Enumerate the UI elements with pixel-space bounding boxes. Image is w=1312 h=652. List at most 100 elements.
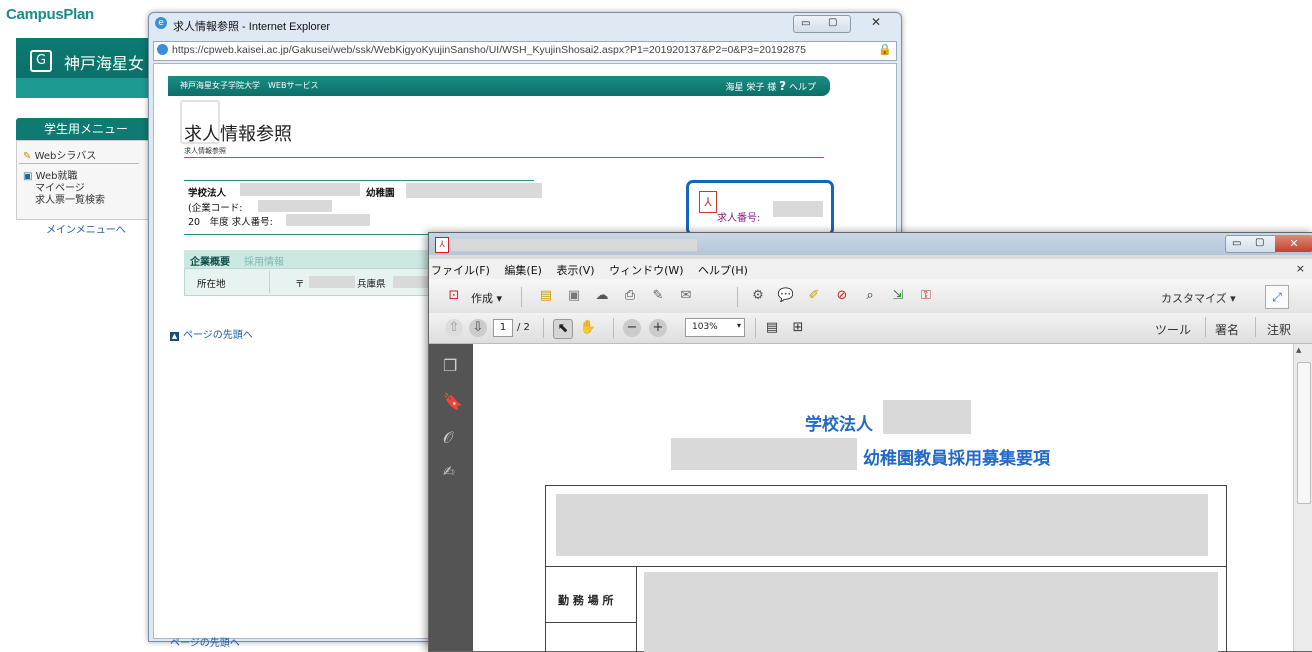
prev-page-icon[interactable]: ⇧ [445, 319, 463, 337]
sign-pane-button[interactable]: 署名 [1215, 321, 1239, 338]
prefecture: 兵庫県 [357, 279, 386, 290]
address-divider [269, 271, 270, 293]
zoom-in-icon[interactable]: + [649, 319, 667, 337]
upload-cloud-icon[interactable]: ☁ [593, 287, 611, 305]
page-number-input[interactable]: 1 [493, 319, 513, 337]
scrollbar-thumb[interactable] [1297, 362, 1311, 504]
url-text: https://cpweb.kaisei.ac.jp/Gakusei/web/s… [172, 44, 806, 56]
reader-menubar: ファイル(F) 編集(E) 表示(V) ウィンドウ(W) ヘルプ(H) × [429, 259, 1312, 279]
menubar-close-icon[interactable]: × [1296, 262, 1305, 275]
toolbar-separator-3 [543, 318, 544, 338]
print-icon[interactable]: ⎙ [621, 287, 639, 305]
minimize-icon[interactable]: ▭ [801, 18, 810, 29]
redacted-document-title [451, 239, 697, 251]
reader-titlebar[interactable]: ⅄ ▭ ▢ ✕ [429, 233, 1312, 255]
menu-item-job-search[interactable]: 求人票一覧検索 [35, 191, 105, 206]
reader-maximize-icon[interactable]: ▢ [1255, 237, 1264, 248]
menu-help[interactable]: ヘルプ(H) [698, 264, 748, 277]
job-number-pdf-link[interactable]: 求人番号: [717, 209, 760, 224]
reader-close-icon[interactable]: ✕ [1275, 235, 1312, 252]
settings-gear-icon[interactable]: ⚙ [749, 287, 767, 305]
ie-icon: e [155, 17, 167, 29]
reject-doc-icon[interactable]: ⊘ [833, 287, 851, 305]
tools-pane-button[interactable]: ツール [1155, 321, 1191, 338]
arrow-up-icon: ▲ [170, 332, 179, 341]
job-number-line: 20 年度 求人番号: [188, 217, 273, 228]
attachments-icon[interactable]: 𝒪 [443, 428, 453, 448]
menu-window[interactable]: ウィンドウ(W) [609, 264, 683, 277]
fit-page-icon[interactable]: ▤ [763, 319, 781, 337]
reader-window-buttons: ▭ ▢ [1225, 235, 1277, 253]
page-thumbnails-icon[interactable]: ❐ [443, 356, 457, 375]
ie-window-buttons: ▭ ▢ [793, 15, 851, 33]
table-row-divider [546, 566, 1226, 567]
maximize-icon[interactable]: ▢ [828, 17, 837, 28]
table-column-divider [636, 566, 637, 652]
help-icon[interactable]: ? [779, 79, 786, 93]
edit-doc-icon[interactable]: ✎ [649, 287, 667, 305]
tab-hiring-info[interactable]: 採用情報 [244, 253, 284, 268]
job-icon: ▣ [23, 171, 33, 182]
customize-button[interactable]: カスタマイズ ▾ [1161, 290, 1236, 306]
next-page-icon[interactable]: ⇩ [469, 319, 487, 337]
signatures-icon[interactable]: ✍ [443, 464, 455, 480]
scroll-up-icon[interactable]: ▲ [1296, 346, 1301, 354]
bookmarks-icon[interactable]: 🔖 [443, 392, 463, 411]
comment-pane-button[interactable]: 注釈 [1267, 321, 1291, 338]
open-folder-icon[interactable]: ▤ [537, 287, 555, 305]
save-icon[interactable]: ▣ [565, 287, 583, 305]
menu-edit[interactable]: 編集(E) [504, 264, 542, 277]
reader-minimize-icon[interactable]: ▭ [1232, 238, 1241, 249]
back-to-top-link[interactable]: ▲ ページの先頭へ [170, 326, 253, 341]
adobe-reader-window: ⅄ ▭ ▢ ✕ ファイル(F) 編集(E) 表示(V) ウィンドウ(W) ヘルプ… [428, 232, 1312, 652]
campusplan-logo: CampusPlan [6, 6, 94, 23]
school-logo-icon: G [30, 50, 52, 72]
toolbar-separator-7 [1255, 317, 1256, 337]
menu-view[interactable]: 表示(V) [556, 264, 594, 277]
ie-titlebar[interactable]: e 求人情報参照 - Internet Explorer ▭ ▢ ✕ [149, 13, 901, 35]
portal-banner-strip [16, 78, 156, 98]
redacted-job-number [286, 214, 370, 226]
pdf-icon[interactable]: ⅄ [699, 191, 717, 213]
export-doc-icon[interactable]: ⇲ [889, 287, 907, 305]
zoom-select[interactable]: 103% ▾ [685, 318, 745, 337]
highlight-icon[interactable]: ✐ [805, 287, 823, 305]
toolbar-separator-4 [613, 318, 614, 338]
select-cursor-icon[interactable]: ⬉ [553, 319, 573, 339]
create-button[interactable]: 作成 ▾ [471, 290, 502, 306]
back-to-top-link-bottom[interactable]: ページの先頭へ [170, 634, 240, 649]
webservice-header: 神戸海星女子学院大学 WEBサービス 海星 栄子 様 ? ヘルプ [168, 76, 830, 96]
comment-icon[interactable]: 💬 [777, 287, 795, 305]
toolbar-separator-2 [737, 287, 738, 307]
student-menu-header: 学生用メニュー [16, 118, 156, 140]
menu-file[interactable]: ファイル(F) [431, 264, 490, 277]
vertical-scrollbar[interactable]: ▲ [1293, 344, 1312, 651]
expand-icon[interactable]: ⤢ [1265, 285, 1289, 309]
redacted-postal-code [309, 276, 355, 288]
search-doc-icon[interactable]: ⌕ [861, 287, 879, 305]
syllabus-icon: ✎ [23, 151, 32, 162]
close-icon[interactable]: ✕ [871, 15, 881, 29]
protect-doc-icon[interactable]: ⚿ [917, 287, 935, 305]
create-pdf-icon[interactable]: ⊡ [445, 287, 463, 305]
hand-tool-icon[interactable]: ✋ [579, 319, 597, 337]
zoom-out-icon[interactable]: − [623, 319, 641, 337]
tab-company-overview[interactable]: 企業概要 [190, 253, 230, 268]
postal-mark: 〒 [295, 279, 305, 290]
title-divider [184, 157, 824, 158]
help-link[interactable]: ヘルプ [789, 83, 816, 93]
header-user-area: 海星 栄子 様 ? ヘルプ [726, 79, 816, 93]
header-user-name: 海星 栄子 様 [725, 83, 777, 93]
email-icon[interactable]: ✉ [677, 287, 695, 305]
redacted-workplace [644, 572, 1218, 652]
toolbar-separator [521, 287, 522, 307]
fit-width-icon[interactable]: ⊞ [789, 319, 807, 337]
job-number-highlight: ⅄ 求人番号: [686, 180, 834, 236]
menu-item-websyllabus[interactable]: ✎ Webシラバス [23, 147, 96, 162]
page-subtitle: 求人情報参照 [184, 147, 226, 155]
document-line-1: 学校法人 [805, 415, 873, 435]
adobe-icon: ⅄ [435, 237, 449, 253]
main-menu-link[interactable]: メインメニューへ [46, 221, 126, 236]
portal-banner-title: 神戸海星女 [64, 54, 145, 73]
ie-address-bar[interactable]: https://cpweb.kaisei.ac.jp/Gakusei/web/s… [153, 41, 897, 61]
